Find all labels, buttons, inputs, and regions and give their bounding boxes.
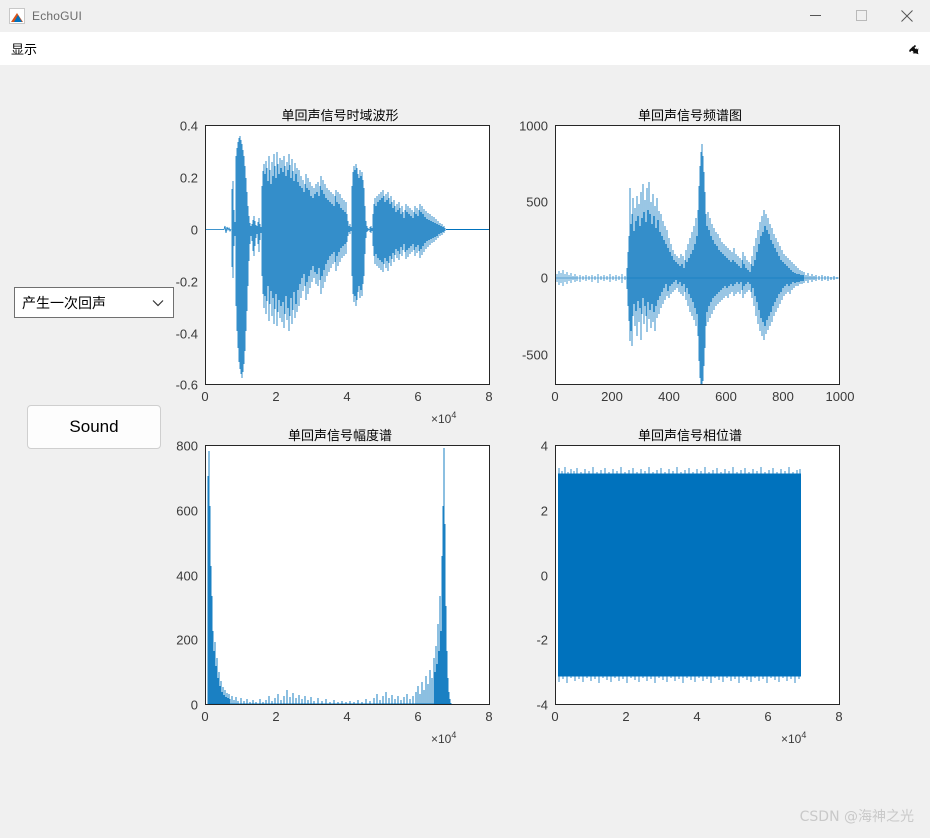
xtick-label: 6 (414, 709, 422, 724)
main-workspace: 产生一次回声 Sound 单回声信号时域波形 0.4 0.2 0 -0.2 -0… (0, 65, 930, 838)
ytick-label: 0.2 (179, 170, 198, 186)
xtick-label: 2 (622, 709, 630, 724)
csdn-watermark: CSDN @海神之光 (799, 809, 914, 825)
magnitude-trace (207, 448, 452, 704)
ytick-label: 500 (526, 194, 548, 210)
plot-title-spectrum: 单回声信号频谱图 (637, 109, 742, 124)
xtick-label: 2 (272, 709, 280, 724)
plot-phase-spectrum: 单回声信号相位谱 4 2 0 -2 -4 0 2 4 6 8 ×104 (536, 425, 843, 765)
xtick-label: 8 (485, 709, 493, 724)
ytick-label: 0.4 (179, 118, 198, 134)
x-axis-exponent: ×104 (781, 730, 806, 746)
chevron-down-icon (148, 299, 173, 307)
x-axis-exponent-base: ×10 (781, 732, 802, 746)
spectrum-trace (556, 144, 839, 384)
xtick-label: 2 (272, 389, 280, 404)
x-axis-exponent-power: 4 (451, 410, 457, 420)
window-controls (792, 0, 930, 31)
ytick-label: 400 (176, 568, 198, 584)
echo-mode-select[interactable]: 产生一次回声 (14, 287, 174, 318)
xtick-label: 600 (715, 389, 737, 404)
plot-title-phase: 单回声信号相位谱 (637, 429, 742, 444)
ytick-label: -0.6 (175, 377, 198, 393)
xtick-label: 4 (343, 709, 351, 724)
xtick-label: 6 (414, 389, 422, 404)
echo-mode-value: 产生一次回声 (22, 295, 106, 312)
ytick-label: -2 (536, 632, 548, 648)
menu-item-display[interactable]: 显示 (9, 37, 39, 60)
xtick-label: 800 (772, 389, 794, 404)
ytick-label: 0 (540, 568, 548, 584)
ytick-label: 0 (190, 697, 198, 713)
xtick-label: 0 (201, 389, 209, 404)
xtick-label: 200 (601, 389, 623, 404)
xtick-label: 1000 (825, 389, 855, 404)
minimize-button[interactable] (792, 0, 838, 31)
axes-time-domain (205, 125, 490, 385)
menu-bar: 显示 (0, 32, 930, 66)
plot-title-time-domain: 单回声信号时域波形 (281, 109, 399, 124)
xtick-label: 400 (658, 389, 680, 404)
close-button[interactable] (884, 0, 930, 31)
plot-time-domain: 单回声信号时域波形 0.4 0.2 0 -0.2 -0.4 -0.6 0 2 4… (176, 105, 493, 445)
ytick-label: -0.2 (175, 274, 198, 290)
ytick-label: 2 (540, 503, 548, 519)
ytick-label: -0.4 (175, 326, 198, 342)
plot-magnitude-spectrum: 单回声信号幅度谱 800 600 400 200 0 0 2 4 6 8 ×10… (176, 425, 493, 765)
ytick-label: -4 (536, 697, 548, 713)
x-axis-exponent-power: 4 (451, 730, 457, 740)
xtick-label: 6 (764, 709, 772, 724)
xtick-label: 8 (835, 709, 843, 724)
title-bar: EchoGUI (0, 0, 930, 32)
xtick-label: 8 (485, 389, 493, 404)
window-title: EchoGUI (32, 8, 83, 23)
waveform-trace (206, 136, 489, 378)
ytick-label: 0 (540, 270, 548, 286)
xtick-label: 0 (551, 709, 559, 724)
ytick-label: -500 (521, 347, 548, 363)
axes-magnitude-spectrum (205, 445, 490, 705)
plot-title-magnitude: 单回声信号幅度谱 (287, 429, 392, 444)
xtick-label: 0 (201, 709, 209, 724)
xtick-label: 4 (343, 389, 351, 404)
xtick-label: 4 (693, 709, 701, 724)
matlab-icon (9, 7, 25, 24)
maximize-button[interactable] (838, 0, 884, 31)
x-axis-exponent: ×104 (431, 410, 456, 426)
ytick-label: 800 (176, 438, 198, 454)
ytick-label: 1000 (519, 118, 548, 134)
x-axis-exponent-power: 4 (801, 730, 807, 740)
xtick-label: 0 (551, 389, 559, 404)
ytick-label: 0 (190, 222, 198, 238)
axes-spectrum (555, 125, 840, 385)
x-axis-exponent: ×104 (431, 730, 456, 746)
x-axis-exponent-base: ×10 (431, 732, 452, 746)
x-axis-exponent-base: ×10 (431, 412, 452, 426)
phase-trace (558, 467, 801, 683)
ytick-label: 200 (176, 632, 198, 648)
ytick-label: 600 (176, 503, 198, 519)
ytick-label: 4 (540, 438, 548, 454)
plot-spectrum: 单回声信号频谱图 1000 500 0 -500 0 200 400 600 8… (519, 105, 854, 445)
expand-arrow-icon[interactable] (908, 43, 920, 55)
sound-button[interactable]: Sound (27, 405, 161, 449)
axes-phase-spectrum (555, 445, 840, 705)
